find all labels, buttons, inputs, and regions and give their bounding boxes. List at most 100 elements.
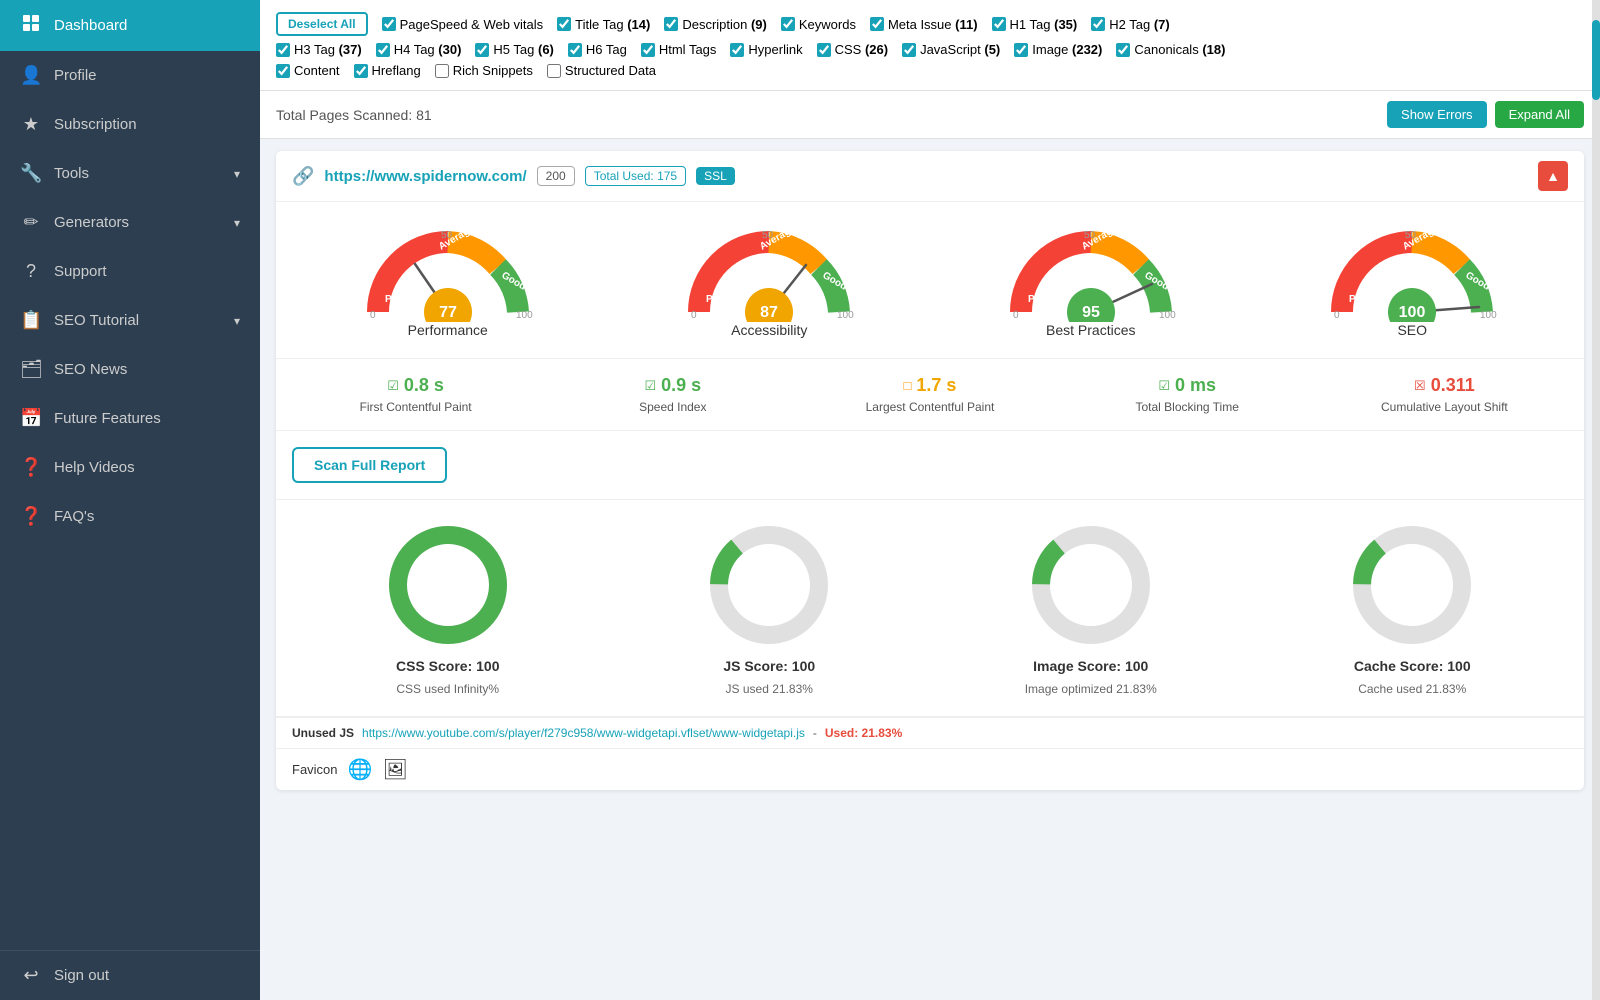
dashboard-icon	[20, 14, 42, 37]
filter-description[interactable]: Description (9)	[664, 17, 767, 32]
total-pages-text: Total Pages Scanned: 81	[276, 107, 432, 123]
svg-text:Poor: Poor	[1349, 294, 1372, 305]
filter-h2-tag[interactable]: H2 Tag (7)	[1091, 17, 1169, 32]
metric-cls: ☒ 0.311 Cumulative Layout Shift	[1321, 375, 1568, 414]
js-score-title: JS Score: 100	[723, 658, 815, 674]
svg-text:0: 0	[1334, 310, 1340, 321]
total-used-badge: Total Used: 175	[585, 166, 686, 186]
generators-arrow-icon: ▾	[234, 216, 240, 230]
cls-label: Cumulative Layout Shift	[1381, 400, 1508, 414]
sidebar-item-generators[interactable]: ✏ Generators ▾	[0, 198, 260, 247]
filter-image[interactable]: Image (232)	[1014, 42, 1102, 57]
sidebar-item-help-videos-label: Help Videos	[54, 459, 135, 476]
si-label: Speed Index	[639, 400, 706, 414]
metric-fcp: ☑ 0.8 s First Contentful Paint	[292, 375, 539, 414]
collapse-button[interactable]: ▲	[1538, 161, 1568, 191]
donut-css: CSS Score: 100 CSS used Infinity%	[292, 520, 604, 696]
expand-all-button[interactable]: Expand All	[1495, 101, 1584, 128]
sidebar-item-future-features[interactable]: 📅 Future Features	[0, 394, 260, 443]
filter-hyperlink[interactable]: Hyperlink	[730, 42, 802, 57]
svg-text:50: 50	[441, 230, 453, 241]
filter-h3-tag[interactable]: H3 Tag (37)	[276, 42, 362, 57]
svg-text:50: 50	[1405, 230, 1417, 241]
future-features-icon: 📅	[20, 408, 42, 429]
svg-text:100: 100	[1480, 310, 1497, 321]
gauge-accessibility-label: Accessibility	[731, 322, 807, 338]
gauge-seo: Poor Average Good 0 50 100 100 SEO	[1257, 222, 1569, 338]
filter-h5-tag[interactable]: H5 Tag (6)	[475, 42, 553, 57]
lcp-icon: □	[904, 378, 912, 393]
svg-text:87: 87	[760, 304, 778, 321]
filter-rich-snippets[interactable]: Rich Snippets	[435, 63, 533, 78]
tbt-label: Total Blocking Time	[1136, 400, 1239, 414]
si-value: 0.9 s	[661, 375, 701, 396]
sidebar-item-seo-tutorial[interactable]: 📋 SEO Tutorial ▾	[0, 296, 260, 345]
image-donut-svg	[1026, 520, 1156, 650]
unused-js-label: Unused JS	[292, 726, 354, 740]
filter-h6-tag[interactable]: H6 Tag	[568, 42, 627, 57]
si-icon: ☑	[644, 378, 656, 394]
sidebar-item-subscription[interactable]: ★ Subscription	[0, 100, 260, 149]
svg-text:50: 50	[762, 230, 774, 241]
cls-value: 0.311	[1431, 375, 1475, 396]
cls-icon: ☒	[1414, 378, 1426, 394]
scan-full-report-button[interactable]: Scan Full Report	[292, 447, 447, 483]
tbt-icon: ☑	[1158, 378, 1170, 394]
sidebar-item-faqs[interactable]: ❓ FAQ's	[0, 492, 260, 541]
filter-meta-issue[interactable]: Meta Issue (11)	[870, 17, 978, 32]
donuts-section: CSS Score: 100 CSS used Infinity% JS Sco…	[276, 500, 1584, 717]
scan-section: Scan Full Report	[276, 431, 1584, 500]
sidebar-item-future-features-label: Future Features	[54, 410, 161, 427]
filter-css[interactable]: CSS (26)	[817, 42, 888, 57]
filter-html-tags[interactable]: Html Tags	[641, 42, 717, 57]
favicon-label: Favicon	[292, 762, 338, 777]
sidebar-item-tools[interactable]: 🔧 Tools ▾	[0, 149, 260, 198]
sidebar-item-support[interactable]: ? Support	[0, 247, 260, 296]
sidebar-item-profile[interactable]: 👤 Profile	[0, 51, 260, 100]
signout-button[interactable]: ↩ Sign out	[0, 951, 260, 1000]
cache-donut-svg	[1347, 520, 1477, 650]
filter-row-3: Content Hreflang Rich Snippets Structure…	[276, 63, 1584, 78]
svg-text:Poor: Poor	[706, 294, 729, 305]
filter-keywords[interactable]: Keywords	[781, 17, 856, 32]
css-donut-svg	[383, 520, 513, 650]
cache-score-subtitle: Cache used 21.83%	[1358, 682, 1466, 696]
content-area: Total Pages Scanned: 81 Show Errors Expa…	[260, 91, 1600, 1000]
sidebar-item-support-label: Support	[54, 263, 107, 280]
deselect-all-button[interactable]: Deselect All	[276, 12, 368, 36]
gauge-best-practices-label: Best Practices	[1046, 322, 1135, 338]
js-donut-svg	[704, 520, 834, 650]
filter-pagespeed[interactable]: PageSpeed & Web vitals	[382, 17, 544, 32]
unused-js-used: Used: 21.83%	[825, 726, 902, 740]
filter-bar: Deselect All PageSpeed & Web vitals Titl…	[260, 0, 1600, 91]
css-score-title: CSS Score: 100	[396, 658, 500, 674]
sidebar-item-dashboard[interactable]: Dashboard	[0, 0, 260, 51]
filter-title-tag[interactable]: Title Tag (14)	[557, 17, 650, 32]
svg-text:100: 100	[1159, 310, 1176, 321]
sidebar-item-seo-news[interactable]: 🗂 SEO News	[0, 345, 260, 394]
show-errors-button[interactable]: Show Errors	[1387, 101, 1487, 128]
metrics-row: ☑ 0.8 s First Contentful Paint ☑ 0.9 s S…	[276, 359, 1584, 431]
filter-h4-tag[interactable]: H4 Tag (30)	[376, 42, 462, 57]
svg-text:95: 95	[1082, 304, 1100, 321]
filter-h1-tag[interactable]: H1 Tag (35)	[992, 17, 1078, 32]
filter-content[interactable]: Content	[276, 63, 340, 78]
site-url-link[interactable]: https://www.spidernow.com/	[324, 168, 526, 185]
filter-hreflang[interactable]: Hreflang	[354, 63, 421, 78]
filter-structured-data[interactable]: Structured Data	[547, 63, 656, 78]
seo-tutorial-icon: 📋	[20, 310, 42, 331]
seo-news-icon: 🗂	[20, 359, 42, 380]
ssl-badge: SSL	[696, 167, 735, 185]
unused-js-section: Unused JS https://www.youtube.com/s/play…	[276, 717, 1584, 748]
tools-arrow-icon: ▾	[234, 167, 240, 181]
metric-tbt: ☑ 0 ms Total Blocking Time	[1064, 375, 1311, 414]
filter-javascript[interactable]: JavaScript (5)	[902, 42, 1000, 57]
filter-canonicals[interactable]: Canonicals (18)	[1116, 42, 1225, 57]
scrollbar[interactable]	[1592, 0, 1600, 1000]
svg-text:77: 77	[439, 304, 457, 321]
sidebar-item-help-videos[interactable]: ❓ Help Videos	[0, 443, 260, 492]
signout-label: Sign out	[54, 967, 109, 984]
filter-row-1: Deselect All PageSpeed & Web vitals Titl…	[276, 12, 1584, 36]
donut-image: Image Score: 100 Image optimized 21.83%	[935, 520, 1247, 696]
svg-text:100: 100	[516, 310, 533, 321]
